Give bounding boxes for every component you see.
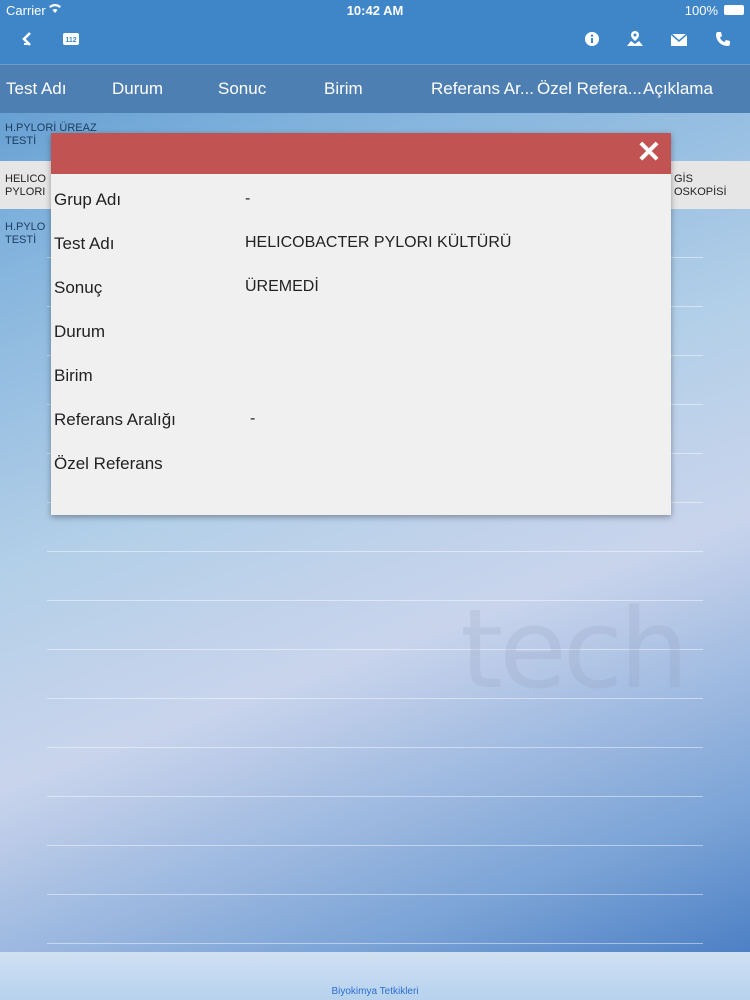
detail-value: HELICOBACTER PYLORI KÜLTÜRÜ <box>245 234 512 251</box>
battery-icon <box>724 5 744 15</box>
column-header-sonuc[interactable]: Sonuc <box>218 79 266 99</box>
test-name-line: H.PYLO <box>5 221 46 233</box>
column-header-referans-araligi[interactable]: Referans Ar... <box>431 79 534 99</box>
emergency-112-icon[interactable]: 112 <box>58 30 84 56</box>
detail-label: Sonuç <box>54 278 103 297</box>
column-header-ozel-referans[interactable]: Özel Refera... <box>537 79 642 99</box>
row-divider <box>47 796 703 797</box>
test-name-line: HELICO <box>5 173 46 185</box>
close-icon[interactable]: ✕ <box>635 138 663 168</box>
detail-label: Birim <box>54 366 93 385</box>
test-name-cell: H.PYLO TESTİ <box>5 221 45 247</box>
mail-icon[interactable] <box>666 30 692 56</box>
bottom-tab-bar: Biyokimya Tetkikleri <box>0 952 750 1000</box>
navigation-bar: 112 <box>0 22 750 64</box>
test-detail-modal: ✕ Grup Adı - Test Adı HELICOBACTER PYLOR… <box>51 133 671 515</box>
detail-label: Durum <box>54 322 106 341</box>
column-header-birim[interactable]: Birim <box>324 79 363 99</box>
detail-label: Test Adı <box>54 234 115 253</box>
detail-label: Grup Adı <box>54 190 122 209</box>
detail-value: - <box>250 410 256 427</box>
detail-row-ozel-referans: Özel Referans <box>54 454 654 484</box>
detail-row-grup-adi: Grup Adı - <box>54 190 654 220</box>
column-header-aciklama[interactable]: Açıklama <box>643 79 713 99</box>
detail-row-referans-araligi: Referans Aralığı - <box>54 410 654 440</box>
detail-value: ÜREMEDİ <box>245 278 319 295</box>
detail-value: - <box>245 190 251 207</box>
background-watermark: tech <box>460 585 689 713</box>
test-name-line: TESTİ <box>5 234 37 246</box>
info-icon[interactable] <box>579 30 605 56</box>
test-name-line: PYLORI <box>5 186 46 198</box>
description-line: GİS <box>674 173 693 185</box>
column-header-test-adi[interactable]: Test Adı <box>6 79 66 99</box>
description-line: OSKOPİSİ <box>674 186 727 198</box>
test-name-cell: HELICO PYLORI <box>5 173 46 199</box>
clock: 10:42 AM <box>346 3 404 18</box>
back-chevron-icon[interactable] <box>14 30 40 56</box>
modal-header: ✕ <box>51 133 671 174</box>
row-divider <box>47 551 703 552</box>
row-divider <box>47 894 703 895</box>
detail-label: Özel Referans <box>54 454 163 473</box>
detail-label: Referans Aralığı <box>54 410 176 429</box>
status-bar: Carrier 10:42 AM 100% <box>0 0 750 22</box>
battery-percent: 100% <box>684 3 718 18</box>
row-divider <box>47 943 703 944</box>
map-location-icon[interactable] <box>622 30 648 56</box>
phone-icon[interactable] <box>710 30 736 56</box>
description-cell: GİS OSKOPİSİ <box>674 173 727 199</box>
tab-biyokimya-tetkikleri[interactable]: Biyokimya Tetkikleri <box>0 986 750 997</box>
row-divider <box>47 747 703 748</box>
detail-row-sonuc: Sonuç ÜREMEDİ <box>54 278 654 308</box>
badge-112-text: 112 <box>65 37 76 44</box>
table-header: Test Adı Durum Sonuc Birim Referans Ar..… <box>0 64 750 113</box>
detail-row-durum: Durum <box>54 322 654 352</box>
detail-row-test-adi: Test Adı HELICOBACTER PYLORI KÜLTÜRÜ <box>54 234 654 264</box>
column-header-durum[interactable]: Durum <box>112 79 163 99</box>
detail-row-birim: Birim <box>54 366 654 396</box>
row-divider <box>47 845 703 846</box>
